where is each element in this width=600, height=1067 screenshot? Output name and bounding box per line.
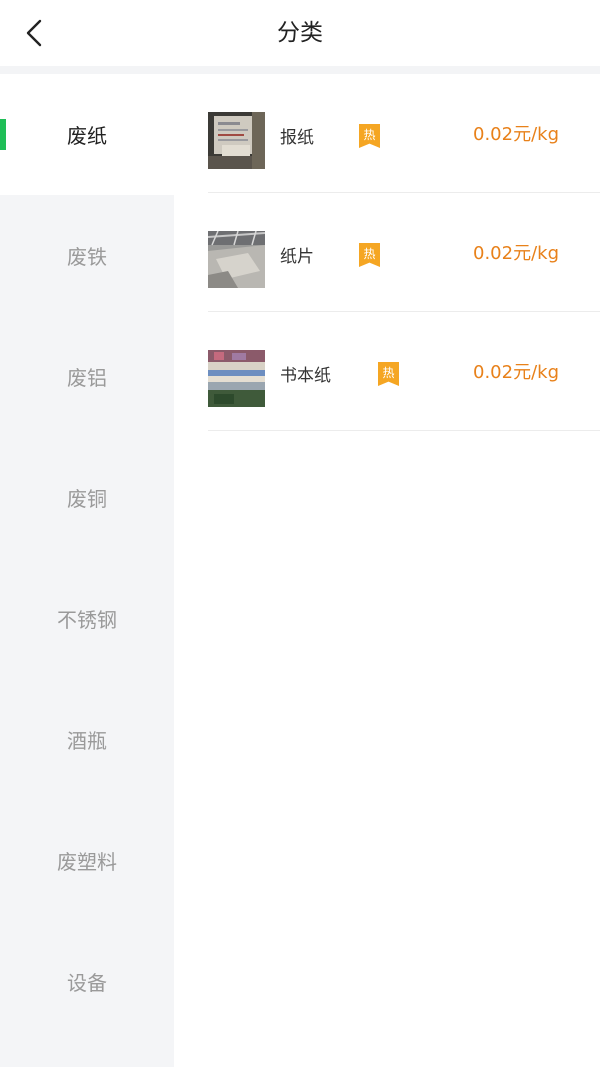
- list-item[interactable]: 书本纸 热 0.02元/kg: [208, 312, 600, 431]
- sidebar-item-scrap-copper[interactable]: 废铜: [0, 437, 174, 558]
- top-bar: 分类: [0, 0, 600, 66]
- product-thumbnail: [208, 231, 265, 288]
- header-divider: [0, 66, 600, 74]
- product-price: 0.02元/kg: [473, 362, 559, 383]
- product-name: 报纸: [280, 128, 314, 148]
- chevron-left-icon: [26, 19, 42, 47]
- list-item[interactable]: 纸片 热 0.02元/kg: [208, 193, 600, 312]
- product-price: 0.02元/kg: [473, 124, 559, 145]
- back-button[interactable]: [16, 14, 52, 52]
- sidebar-item-scrap-plastic[interactable]: 废塑料: [0, 800, 174, 921]
- sidebar-item-label: 不锈钢: [57, 608, 117, 632]
- sidebar-item-label: 废纸: [67, 124, 107, 148]
- sidebar-item-label: 废铁: [67, 245, 107, 269]
- sidebar-item-label: 设备: [67, 971, 107, 995]
- sidebar-item-label: 废铝: [67, 366, 107, 390]
- sidebar-item-wastepaper[interactable]: 废纸: [0, 74, 174, 195]
- hot-badge: 热: [378, 362, 399, 386]
- active-indicator: [0, 119, 6, 150]
- page-title: 分类: [277, 20, 323, 46]
- product-name: 纸片: [280, 247, 314, 267]
- hot-badge: 热: [359, 124, 380, 148]
- sidebar-item-scrap-aluminum[interactable]: 废铝: [0, 316, 174, 437]
- product-list: 报纸 热 0.02元/kg 纸片 热 0.02元/kg 书本纸 热 0.02元/…: [174, 74, 600, 1067]
- sidebar-item-label: 废铜: [67, 487, 107, 511]
- sidebar-item-wine-bottles[interactable]: 酒瓶: [0, 679, 174, 800]
- product-thumbnail: [208, 350, 265, 407]
- sidebar-item-label: 酒瓶: [67, 729, 107, 753]
- sidebar-item-label: 废塑料: [57, 850, 117, 874]
- hot-badge: 热: [359, 243, 380, 267]
- sidebar-item-equipment[interactable]: 设备: [0, 921, 174, 1042]
- list-item[interactable]: 报纸 热 0.02元/kg: [208, 74, 600, 193]
- product-thumbnail: [208, 112, 265, 169]
- product-price: 0.02元/kg: [473, 243, 559, 264]
- sidebar-item-stainless-steel[interactable]: 不锈钢: [0, 558, 174, 679]
- product-name: 书本纸: [280, 366, 331, 386]
- category-sidebar: 废纸 废铁 废铝 废铜 不锈钢 酒瓶 废塑料 设备: [0, 74, 174, 1067]
- sidebar-item-scrap-iron[interactable]: 废铁: [0, 195, 174, 316]
